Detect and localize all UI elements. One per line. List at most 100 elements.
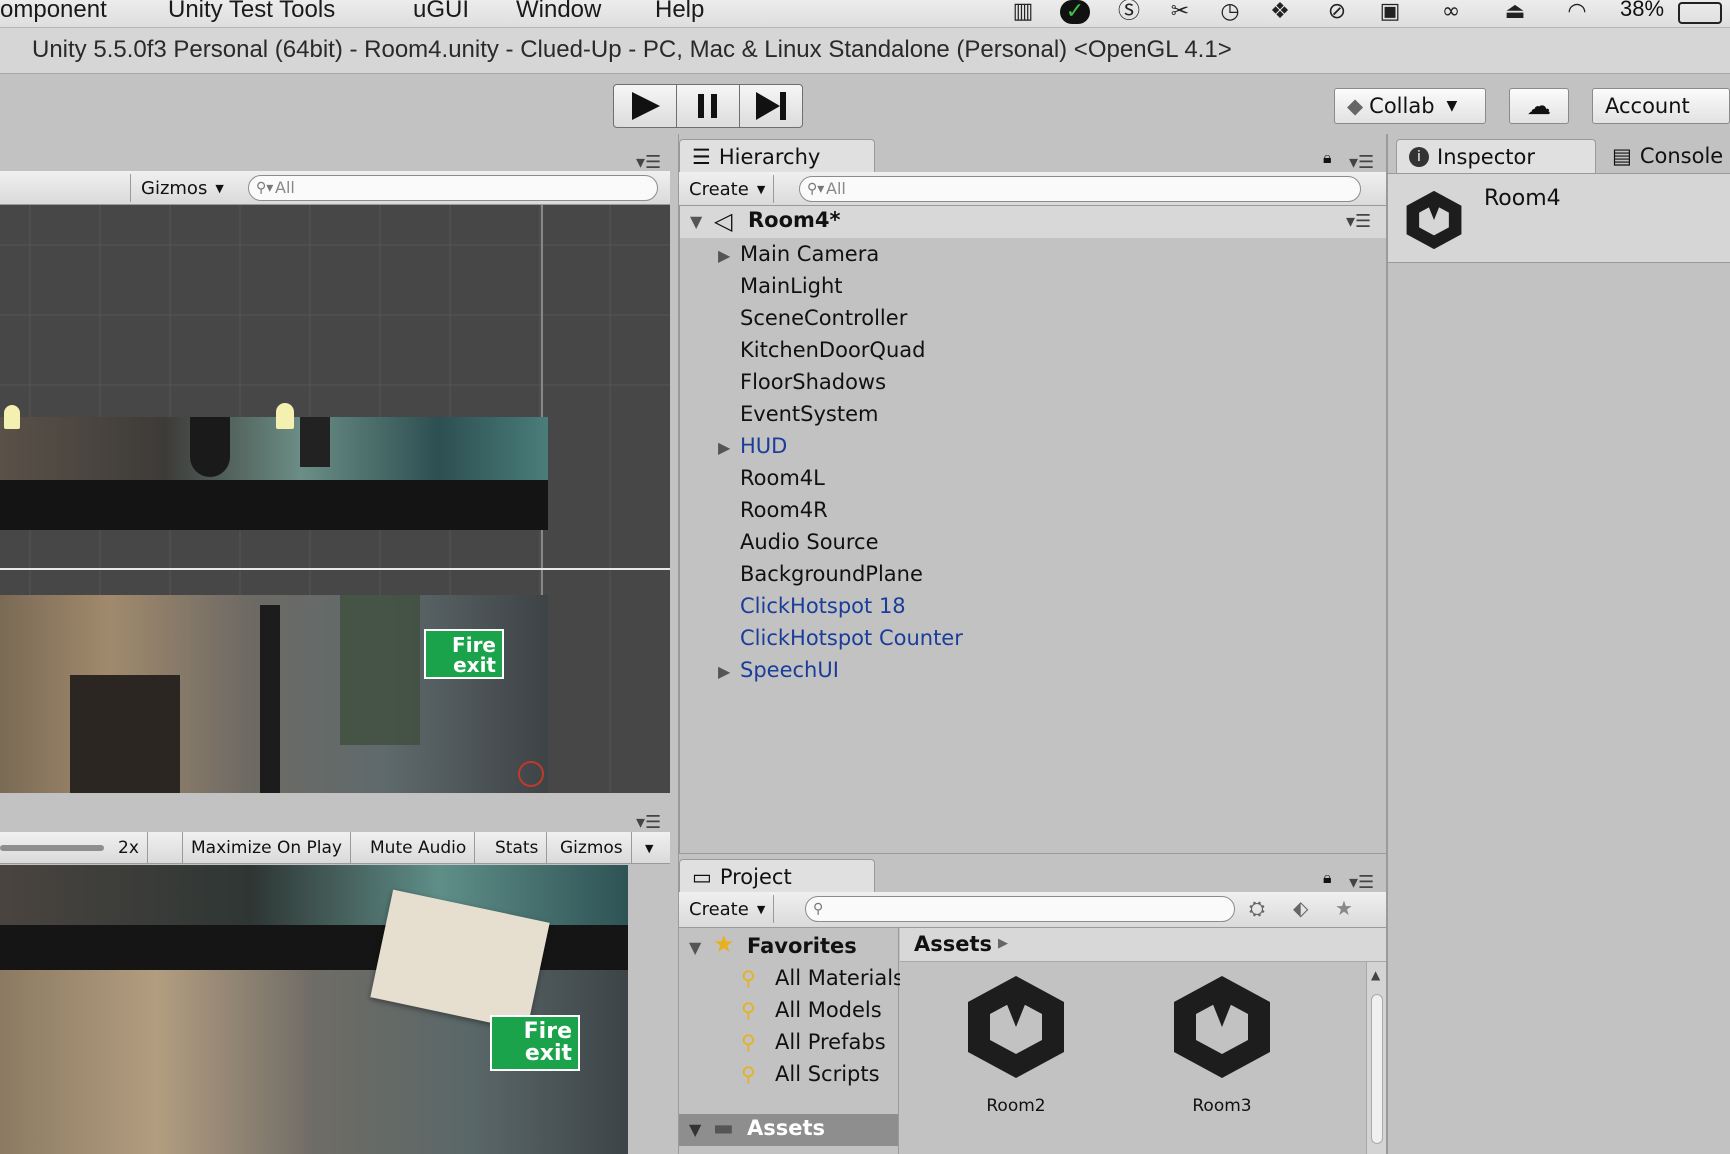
play-button[interactable] [613, 84, 677, 128]
hierarchy-item-eventsystem[interactable]: EventSystem [740, 402, 878, 426]
menu-component[interactable]: omponent [0, 0, 107, 24]
hierarchy-item-floorshadows[interactable]: FloorShadows [740, 370, 886, 394]
panel-menu-icon[interactable]: ▾☰ [636, 812, 661, 833]
scene-search-input[interactable]: ⚲▾ All [248, 175, 658, 201]
gizmos-dropdown[interactable]: Gizmos ▼ [130, 174, 224, 202]
hierarchy-item-audio-source[interactable]: Audio Source [740, 530, 879, 554]
circle-slash-icon[interactable]: ⊘ [1322, 0, 1352, 24]
panel-menu-icon[interactable]: ▾☰ [1349, 872, 1374, 893]
tag-icon[interactable]: ⬖ [1293, 896, 1308, 920]
hierarchy-create-dropdown[interactable]: Create ▼ [689, 175, 775, 203]
hierarchy-tree: ▼ ◁ Room4* ▾☰ ▶ Main Camera MainLight Sc… [679, 206, 1387, 854]
window-title: Unity 5.5.0f3 Personal (64bit) - Room4.u… [32, 36, 1232, 63]
s-circle-icon[interactable]: Ⓢ [1114, 0, 1144, 24]
scissors-icon[interactable]: ✂ [1165, 0, 1195, 24]
expand-arrow-icon[interactable]: ▶ [718, 438, 730, 457]
expand-arrow-icon[interactable]: ▼ [690, 212, 702, 231]
hierarchy-item-clickhotspot-counter[interactable]: ClickHotspot Counter [740, 626, 963, 650]
maximize-on-play-button[interactable]: Maximize On Play [182, 832, 351, 864]
asset-room2[interactable] [960, 972, 1072, 1082]
assets-folder-row[interactable]: ▼ ▬ Assets [679, 1114, 898, 1146]
favorites-label[interactable]: Favorites [747, 934, 857, 958]
game-gizmos-button[interactable]: Gizmos [552, 832, 632, 864]
favorite-all-materials[interactable]: All Materials [775, 966, 904, 990]
scrollbar-thumb[interactable] [1371, 994, 1383, 1144]
scene-header-row[interactable]: ▼ ◁ Room4* ▾☰ [680, 206, 1386, 238]
creative-cloud-icon[interactable]: ∞ [1436, 0, 1466, 24]
star-icon[interactable]: ★ [1335, 896, 1353, 920]
expand-arrow-icon[interactable]: ▼ [689, 938, 701, 957]
battery-icon[interactable] [1678, 2, 1722, 24]
hierarchy-item-speechui[interactable]: SpeechUI [740, 658, 839, 682]
breadcrumb-assets[interactable]: Assets [914, 932, 992, 956]
lock-icon[interactable]: 🔒︎ [1323, 868, 1332, 888]
menu-unity-test-tools[interactable]: Unity Test Tools [168, 0, 335, 24]
lock-icon[interactable]: 🔒︎ [1323, 148, 1332, 168]
tab-console[interactable]: ▤ Console [1600, 139, 1730, 173]
hierarchy-item-room4l[interactable]: Room4L [740, 466, 825, 490]
hierarchy-item-scenecontroller[interactable]: SceneController [740, 306, 907, 330]
expand-arrow-icon[interactable]: ▼ [689, 1120, 701, 1139]
check-circle-icon[interactable]: ✓ [1060, 0, 1090, 24]
tab-hierarchy[interactable]: ☰ Hierarchy [679, 139, 875, 173]
hierarchy-item-clickhotspot-18[interactable]: ClickHotspot 18 [740, 594, 906, 618]
horizon-line [0, 568, 670, 570]
hierarchy-item-room4r[interactable]: Room4R [740, 498, 828, 522]
hierarchy-search-input[interactable]: ⚲▾ All [799, 176, 1361, 202]
folder-icon: ▬ [713, 1116, 734, 1141]
tab-project[interactable]: ▭ Project [679, 859, 875, 893]
light-gizmo-icon[interactable] [4, 405, 20, 429]
pause-button[interactable] [676, 84, 740, 128]
inspector-header: Room4 [1388, 173, 1730, 263]
favorite-all-scripts[interactable]: All Scripts [775, 1062, 880, 1086]
panel-menu-icon[interactable]: ▾☰ [636, 152, 661, 173]
scroll-up-icon[interactable]: ▲ [1371, 968, 1380, 982]
cloud-icon: ☁ [1527, 92, 1551, 120]
book-icon[interactable]: ▥ [1008, 0, 1038, 24]
stats-button[interactable]: Stats [487, 832, 548, 864]
hierarchy-item-mainlight[interactable]: MainLight [740, 274, 843, 298]
collab-icon: ◆ [1347, 94, 1364, 118]
unity-scene-icon [1406, 190, 1462, 250]
asset-room2-label: Room2 [986, 1096, 1046, 1116]
assets-scrollbar[interactable]: ▲ [1366, 962, 1387, 1154]
light-gizmo-icon[interactable] [276, 403, 294, 429]
menu-ugui[interactable]: uGUI [413, 0, 469, 24]
scene-menu-icon[interactable]: ▾☰ [1346, 211, 1371, 232]
favorite-all-prefabs[interactable]: All Prefabs [775, 1030, 886, 1054]
mute-audio-button[interactable]: Mute Audio [362, 832, 476, 864]
menu-window[interactable]: Window [516, 0, 601, 24]
scale-slider[interactable] [0, 845, 104, 851]
project-folder-tree: ▼ ★ Favorites ⚲ All Materials ⚲ All Mode… [679, 928, 904, 1154]
expand-arrow-icon[interactable]: ▶ [718, 246, 730, 265]
hierarchy-toolbar: Create ▼ ⚲▾ All [679, 172, 1387, 206]
hierarchy-item-kitchendoorquad[interactable]: KitchenDoorQuad [740, 338, 925, 362]
hierarchy-item-backgroundplane[interactable]: BackgroundPlane [740, 562, 923, 586]
pause-icon [698, 94, 717, 118]
filter-by-type-icon[interactable]: ⛭ [1249, 896, 1265, 920]
cloud-button[interactable]: ☁ [1509, 88, 1569, 124]
account-button[interactable]: Account [1592, 88, 1730, 124]
menu-help[interactable]: Help [655, 0, 704, 24]
chevron-down-icon[interactable]: ▼ [637, 832, 661, 864]
hierarchy-item-main-camera[interactable]: Main Camera [740, 242, 879, 266]
airplay-icon[interactable]: ⏏ [1500, 0, 1530, 24]
favorite-all-models[interactable]: All Models [775, 998, 882, 1022]
collab-button[interactable]: ◆ Collab ▼ [1334, 88, 1486, 124]
scene-viewport[interactable]: Fire exit [0, 205, 670, 793]
step-button[interactable] [739, 84, 803, 128]
clock-icon[interactable]: ◷ [1215, 0, 1245, 24]
expand-arrow-icon[interactable]: ▶ [718, 662, 730, 681]
dropbox-icon[interactable]: ❖ [1265, 0, 1295, 24]
wifi-icon[interactable]: ◠ [1562, 0, 1592, 24]
project-create-dropdown[interactable]: Create ▼ [689, 895, 775, 923]
scene-name-label: Room4* [748, 208, 841, 232]
hierarchy-item-hud[interactable]: HUD [740, 434, 787, 458]
window-icon[interactable]: ▣ [1375, 0, 1405, 24]
tab-inspector[interactable]: i Inspector [1396, 139, 1596, 173]
panel-menu-icon[interactable]: ▾☰ [1349, 152, 1374, 173]
inspector-object-name: Room4 [1484, 186, 1561, 211]
project-search-input[interactable]: ⚲ [805, 896, 1235, 922]
game-viewport[interactable]: Fire exit [0, 865, 628, 1154]
asset-room3[interactable] [1166, 972, 1278, 1082]
